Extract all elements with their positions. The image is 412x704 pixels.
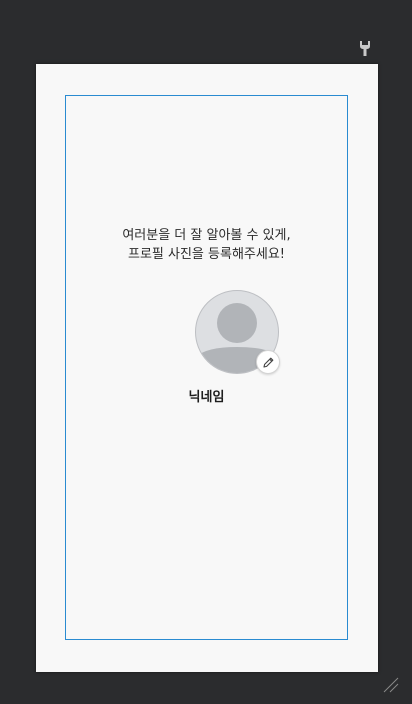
wrench-icon[interactable]	[358, 40, 372, 56]
intro-line-1: 여러분을 더 잘 알아볼 수 있게,	[122, 228, 291, 243]
edit-photo-button[interactable]	[256, 350, 280, 374]
device-preview: 여러분을 더 잘 알아볼 수 있게, 프로필 사진을 등록해주세요! 닉네임	[36, 64, 378, 672]
intro-line-2: 프로필 사진을 등록해주세요!	[128, 247, 285, 262]
pencil-icon	[262, 357, 273, 368]
layout-guide: 여러분을 더 잘 알아볼 수 있게, 프로필 사진을 등록해주세요! 닉네임	[65, 95, 348, 640]
intro-text: 여러분을 더 잘 알아볼 수 있게, 프로필 사진을 등록해주세요!	[66, 226, 347, 264]
nickname-label[interactable]: 닉네임	[66, 386, 347, 405]
resize-grip-icon[interactable]	[382, 676, 400, 694]
